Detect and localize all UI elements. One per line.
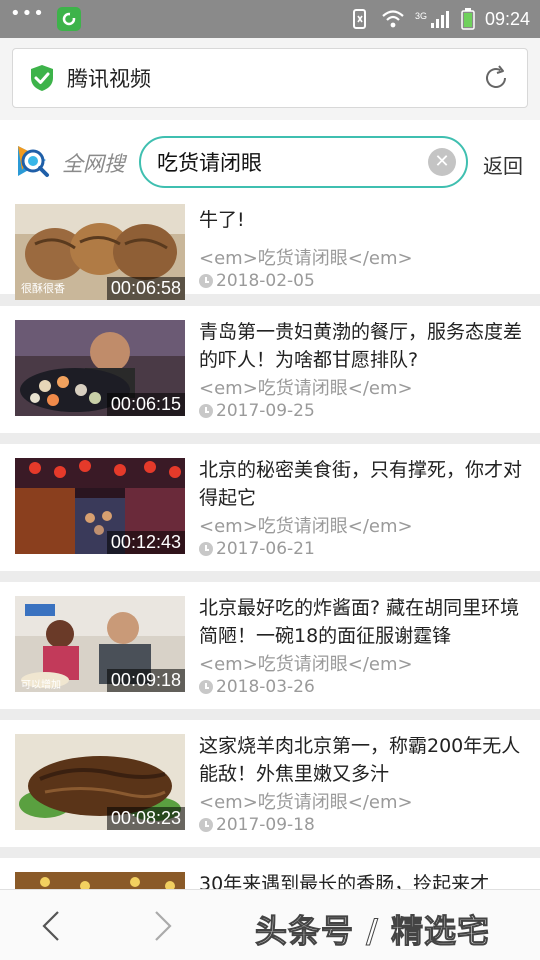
video-source: <em>吃货请闭眼</em>: [199, 654, 413, 675]
list-item[interactable]: 00:08:23 这家烧羊肉北京第一，称霸200年无人能敌！外焦里嫩又多汁 <e…: [0, 720, 540, 847]
app-notification-icon: [56, 7, 81, 31]
video-title[interactable]: 北京的秘密美食街，只有撑死，你才对得起它: [199, 456, 529, 512]
video-duration: 00:08:23: [106, 807, 185, 830]
video-date: 2017-09-25: [216, 401, 315, 421]
results-list: 很酥很香 00:06:58 牛了! <em>吃货请闭眼</em> 2018-02…: [0, 202, 540, 889]
list-item[interactable]: 30年来遇到最长的香肠，拎起来才: [0, 858, 540, 889]
video-title[interactable]: 牛了!: [199, 206, 529, 234]
video-title[interactable]: 这家烧羊肉北京第一，称霸200年无人能敌！外焦里嫩又多汁: [199, 732, 529, 788]
video-date-row: 2017-06-21: [199, 539, 315, 559]
video-duration: 00:12:43: [106, 531, 185, 554]
header-title: 腾讯视频: [67, 67, 151, 91]
search-brand: 全网搜: [62, 152, 125, 176]
video-date: 2018-03-26: [216, 677, 315, 697]
video-title[interactable]: 北京最好吃的炸酱面? 藏在胡同里环境简陋！一碗18的面征服谢霆锋: [199, 594, 529, 650]
video-thumbnail[interactable]: 00:06:15: [15, 320, 185, 416]
video-source: <em>吃货请闭眼</em>: [199, 792, 413, 813]
video-duration: 00:09:18: [106, 669, 185, 692]
video-date: 2017-06-21: [216, 539, 315, 559]
bottom-nav-bar: 头条号 / 精选宅: [0, 889, 540, 960]
app-header: 腾讯视频: [0, 38, 540, 120]
svg-text:3G: 3G: [415, 11, 427, 21]
list-item[interactable]: 可以增加 00:09:18 北京最好吃的炸酱面? 藏在胡同里环境简陋！一碗18的…: [0, 582, 540, 709]
video-duration: 00:06:15: [106, 393, 185, 416]
shield-icon: [31, 65, 53, 91]
video-thumbnail[interactable]: [15, 872, 185, 889]
clock-time: 09:24: [484, 8, 530, 29]
thumbnail-caption: 可以增加: [21, 678, 61, 691]
clock-icon: [199, 542, 213, 556]
status-dots: •••: [10, 3, 45, 24]
list-item[interactable]: 00:12:43 北京的秘密美食街，只有撑死，你才对得起它 <em>吃货请闭眼<…: [0, 444, 540, 571]
clock-icon: [199, 818, 213, 832]
clear-icon[interactable]: ✕: [428, 148, 456, 176]
search-input[interactable]: 吃货请闭眼 ✕: [139, 136, 468, 188]
thumbnail-caption: 很酥很香: [21, 281, 65, 295]
search-bar: 全网搜 吃货请闭眼 ✕ 返回: [0, 120, 540, 202]
video-thumbnail[interactable]: 00:12:43: [15, 458, 185, 554]
video-title[interactable]: 青岛第一贵妇黄渤的餐厅，服务态度差的吓人！为啥都甘愿排队?: [199, 318, 529, 374]
battery-icon: [461, 8, 475, 30]
chevron-right-icon[interactable]: [144, 908, 180, 944]
video-source: <em>吃货请闭眼</em>: [199, 516, 413, 537]
video-date-row: 2018-03-26: [199, 677, 315, 697]
signal-icon: 3G: [415, 11, 449, 28]
list-item[interactable]: 00:06:15 青岛第一贵妇黄渤的餐厅，服务态度差的吓人！为啥都甘愿排队? <…: [0, 306, 540, 433]
refresh-icon[interactable]: [481, 63, 511, 93]
video-thumbnail[interactable]: 很酥很香 00:06:58: [15, 204, 185, 300]
video-date-row: 2018-02-05: [199, 271, 315, 291]
video-date: 2018-02-05: [216, 271, 315, 291]
watermark: 头条号 / 精选宅: [255, 912, 490, 951]
back-button[interactable]: 返回: [483, 150, 523, 179]
status-bar: ••• 3G 09:24: [0, 0, 540, 38]
header-bar: 腾讯视频: [12, 48, 528, 108]
chevron-left-icon[interactable]: [34, 908, 70, 944]
list-item[interactable]: 很酥很香 00:06:58 牛了! <em>吃货请闭眼</em> 2018-02…: [0, 202, 540, 300]
wifi-icon: [382, 10, 404, 28]
search-query[interactable]: 吃货请闭眼: [157, 147, 428, 177]
video-date: 2017-09-18: [216, 815, 315, 835]
video-date-row: 2017-09-18: [199, 815, 315, 835]
phone-vibrate-icon: [352, 9, 366, 29]
video-source: <em>吃货请闭眼</em>: [199, 378, 413, 399]
video-duration: 00:06:58: [106, 277, 185, 300]
clock-icon: [199, 274, 213, 288]
video-date-row: 2017-09-25: [199, 401, 315, 421]
video-title[interactable]: 30年来遇到最长的香肠，拎起来才: [199, 870, 529, 889]
clock-icon: [199, 680, 213, 694]
video-thumbnail[interactable]: 可以增加 00:09:18: [15, 596, 185, 692]
video-thumbnail[interactable]: 00:08:23: [15, 734, 185, 830]
search-logo-icon: [18, 146, 49, 177]
clock-icon: [199, 404, 213, 418]
video-source: <em>吃货请闭眼</em>: [199, 248, 413, 269]
